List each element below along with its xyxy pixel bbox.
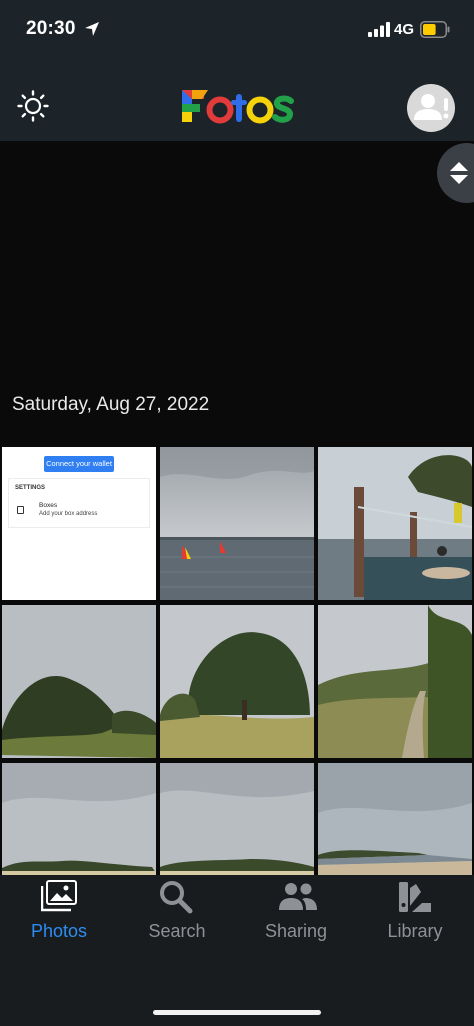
home-indicator[interactable] (153, 1010, 321, 1015)
sun-icon[interactable] (17, 90, 49, 122)
photos-icon (41, 880, 77, 912)
tab-library[interactable]: Library (356, 875, 474, 965)
battery-icon (420, 21, 450, 38)
app-header (0, 60, 474, 141)
photo-thumbnail[interactable] (160, 447, 314, 600)
tab-sharing[interactable]: Sharing (237, 875, 355, 965)
search-icon (160, 881, 193, 914)
tab-sharing-label: Sharing (264, 921, 328, 941)
sky-shore-photo (160, 763, 314, 875)
photo-thumbnail[interactable] (318, 447, 472, 600)
tab-library-label: Library (387, 921, 443, 941)
photo-thumbnail[interactable]: Connect your wallet SETTINGS Boxes Add y… (2, 447, 156, 600)
settings-title: SETTINGS (15, 485, 46, 491)
beach-bar-photo (318, 447, 472, 600)
photo-thumbnail[interactable] (2, 763, 156, 875)
boxes-subtitle: Add your box address (39, 511, 98, 517)
tab-bar: Photos Search Sharing Library (0, 875, 474, 1026)
beach-shore-photo (318, 763, 472, 875)
path-hill-photo (318, 605, 472, 758)
tab-photos[interactable]: Photos (0, 875, 118, 965)
library-icon (399, 882, 431, 912)
connect-wallet-button: Connect your wallet (44, 456, 114, 472)
photo-thumbnail[interactable] (2, 605, 156, 758)
photo-thumbnail[interactable] (160, 763, 314, 875)
tree-dune-photo (160, 605, 314, 758)
photo-timeline[interactable]: Saturday, Aug 27, 2022 Connect your wall… (0, 141, 474, 875)
boxes-label: Boxes (39, 502, 58, 509)
tree-dune-photo (2, 605, 156, 758)
scroll-handle[interactable] (437, 143, 474, 203)
photo-thumbnail[interactable] (318, 763, 472, 875)
fotos-logo (182, 90, 294, 124)
people-icon (279, 883, 317, 910)
windsurf-sea-photo (160, 447, 314, 600)
photo-thumbnail[interactable] (318, 605, 472, 758)
top-bar: 20:30 4G (0, 0, 474, 141)
network-type: 4G (394, 21, 415, 38)
signal-icon (368, 22, 390, 37)
section-date: Saturday, Aug 27, 2022 (12, 394, 210, 415)
person-alert-icon (414, 94, 449, 120)
status-time: 20:30 (26, 18, 76, 39)
boxes-row: Boxes Add your box address (15, 501, 145, 521)
up-down-chevrons-icon (450, 162, 468, 184)
status-bar: 20:30 4G (0, 0, 474, 60)
profile-avatar[interactable] (407, 84, 455, 132)
photo-thumbnail[interactable] (160, 605, 314, 758)
sky-shore-photo (2, 763, 156, 875)
tab-photos-label: Photos (30, 921, 88, 941)
tab-search[interactable]: Search (118, 875, 236, 965)
settings-card: SETTINGS Boxes Add your box address (8, 478, 150, 528)
location-arrow-icon (85, 22, 99, 36)
box-icon (17, 506, 24, 514)
tab-search-label: Search (148, 921, 206, 941)
